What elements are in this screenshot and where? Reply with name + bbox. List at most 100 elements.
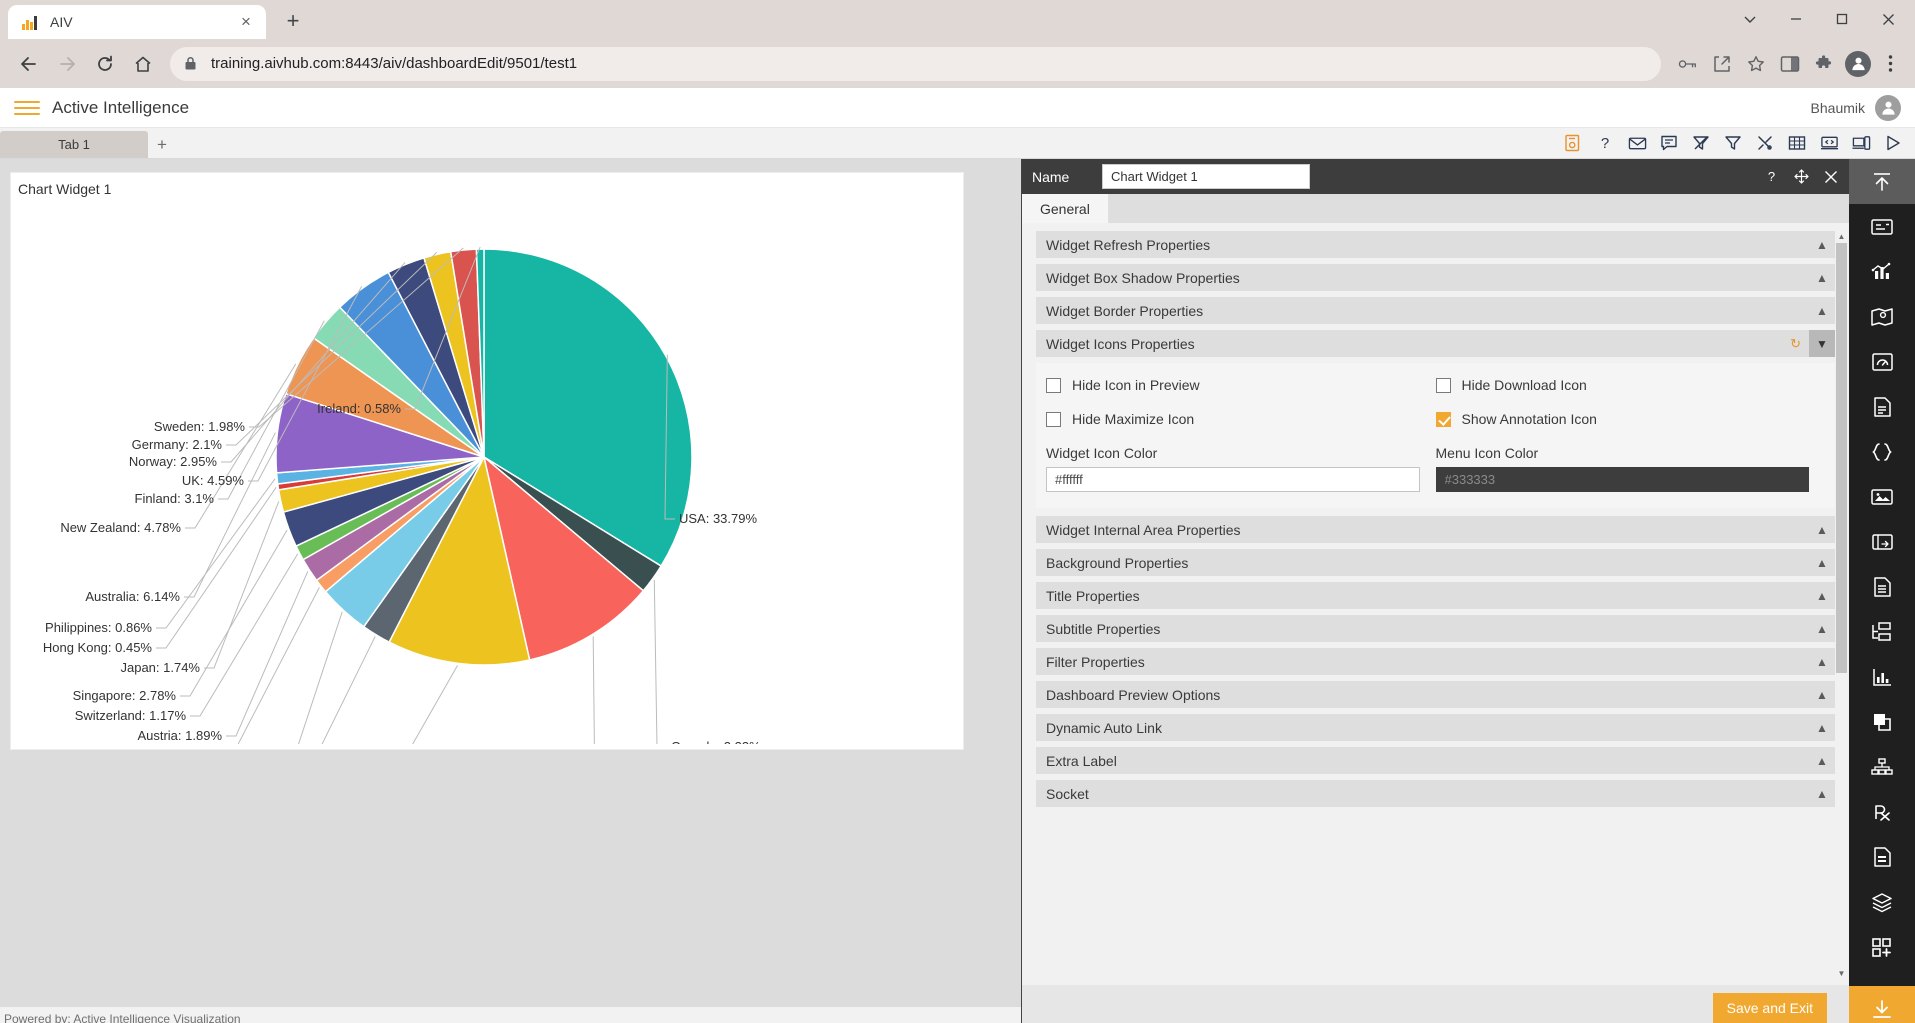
hierarchy-widget-icon[interactable] (1849, 744, 1915, 789)
back-button[interactable] (10, 45, 48, 83)
chevron-up-icon[interactable]: ▲ (1809, 681, 1835, 708)
menu-icon-color-input[interactable] (1435, 467, 1809, 492)
iframe-widget-icon[interactable] (1849, 519, 1915, 564)
code-embed-icon[interactable] (1819, 133, 1839, 153)
document-widget-icon[interactable] (1849, 384, 1915, 429)
section-widget-refresh-properties[interactable]: Widget Refresh Properties ▲ (1036, 231, 1835, 258)
chevron-up-icon[interactable]: ▲ (1809, 714, 1835, 741)
copy-widget-icon[interactable] (1849, 699, 1915, 744)
save-and-exit-button[interactable]: Save and Exit (1712, 993, 1827, 1023)
tab-general[interactable]: General (1022, 194, 1109, 223)
properties-list[interactable]: Widget Refresh Properties ▲ Widget Box S… (1022, 223, 1849, 985)
tools-settings-icon[interactable] (1755, 133, 1775, 153)
section-dashboard-preview-options[interactable]: Dashboard Preview Options ▲ (1036, 681, 1835, 708)
chrome-overflow-chevron-icon[interactable] (1727, 2, 1773, 36)
dashboard-tab-1[interactable]: Tab 1 (0, 131, 148, 158)
section-background-properties[interactable]: Background Properties ▲ (1036, 549, 1835, 576)
chevron-up-icon[interactable]: ▲ (1809, 582, 1835, 609)
home-button[interactable] (124, 45, 162, 83)
browser-profile-icon[interactable] (1845, 50, 1871, 77)
help-question-icon[interactable]: ? (1595, 133, 1615, 153)
properties-scrollbar[interactable]: ▲ ▼ (1836, 231, 1847, 979)
section-widget-border-properties[interactable]: Widget Border Properties ▲ (1036, 297, 1835, 324)
scrollbar-thumb[interactable] (1836, 243, 1847, 673)
widget-name-input[interactable] (1102, 164, 1310, 189)
section-filter-properties[interactable]: Filter Properties ▲ (1036, 648, 1835, 675)
help-icon[interactable]: ? (1763, 169, 1779, 185)
hide-icon-in-preview-row[interactable]: Hide Icon in Preview (1046, 377, 1436, 393)
scrollbar-track[interactable] (1836, 243, 1847, 967)
forward-button[interactable] (48, 45, 86, 83)
extensions-puzzle-icon[interactable] (1809, 49, 1839, 79)
reset-section-icon[interactable]: ↻ (1790, 336, 1801, 352)
bookmark-star-icon[interactable] (1741, 49, 1771, 79)
map-widget-icon[interactable] (1849, 294, 1915, 339)
browser-tab[interactable]: AIV × (8, 5, 266, 39)
new-tab-icon[interactable]: + (278, 6, 308, 36)
scroll-up-arrow-icon[interactable]: ▲ (1836, 231, 1847, 242)
gauge-widget-icon[interactable] (1849, 339, 1915, 384)
show-annotation-icon-row[interactable]: Show Annotation Icon (1435, 411, 1826, 427)
report-widget-icon[interactable] (1849, 564, 1915, 609)
hide-maximize-icon-row[interactable]: Hide Maximize Icon (1046, 411, 1436, 427)
add-widget-icon[interactable] (1849, 924, 1915, 969)
hamburger-menu-icon[interactable] (14, 97, 40, 119)
section-dynamic-auto-link[interactable]: Dynamic Auto Link ▲ (1036, 714, 1835, 741)
window-close-icon[interactable] (1865, 2, 1911, 36)
address-bar[interactable]: training.aivhub.com:8443/aiv/dashboardEd… (170, 46, 1661, 81)
window-minimize-icon[interactable] (1773, 2, 1819, 36)
tree-widget-icon[interactable] (1849, 609, 1915, 654)
chevron-up-icon[interactable]: ▲ (1809, 264, 1835, 291)
chevron-up-icon[interactable]: ▲ (1809, 297, 1835, 324)
hide-icon-in-preview-checkbox[interactable] (1046, 377, 1061, 393)
pie-chart[interactable]: USA: 33.79%Canada: 2.33%France: 10.37%Sp… (11, 199, 965, 744)
hide-maximize-icon-checkbox[interactable] (1046, 411, 1061, 427)
clear-filter-icon[interactable] (1691, 133, 1711, 153)
section-widget-internal-area-properties[interactable]: Widget Internal Area Properties ▲ (1036, 516, 1835, 543)
sparkline-widget-icon[interactable] (1849, 654, 1915, 699)
mail-envelope-icon[interactable] (1627, 133, 1647, 153)
chevron-up-icon[interactable]: ▲ (1809, 516, 1835, 543)
widget-icon-color-input[interactable] (1046, 467, 1420, 492)
download-action-icon[interactable] (1849, 986, 1915, 1023)
close-panel-icon[interactable] (1823, 169, 1839, 185)
chart-widget-1[interactable]: Chart Widget 1 USA: 33.79% Canada: 2.33% F… (10, 172, 964, 750)
hide-download-icon-row[interactable]: Hide Download Icon (1435, 377, 1826, 393)
save-report-icon[interactable] (1563, 133, 1583, 153)
play-preview-icon[interactable] (1883, 133, 1903, 153)
reading-list-icon[interactable] (1775, 49, 1805, 79)
devices-responsive-icon[interactable] (1851, 133, 1871, 153)
move-drag-icon[interactable] (1793, 169, 1809, 185)
chevron-up-icon[interactable]: ▲ (1809, 747, 1835, 774)
section-socket[interactable]: Socket ▲ (1036, 780, 1835, 807)
collapse-up-icon[interactable] (1849, 159, 1915, 204)
dashboard-canvas[interactable]: Chart Widget 1 USA: 33.79% Canada: 2.33% F… (0, 159, 1021, 1023)
chevron-up-icon[interactable]: ▲ (1809, 615, 1835, 642)
avatar[interactable] (1875, 94, 1901, 121)
section-title-properties[interactable]: Title Properties ▲ (1036, 582, 1835, 609)
chevron-up-icon[interactable]: ▲ (1809, 231, 1835, 258)
reload-button[interactable] (86, 45, 124, 83)
chevron-up-icon[interactable]: ▲ (1809, 780, 1835, 807)
comment-bubble-icon[interactable] (1659, 133, 1679, 153)
section-subtitle-properties[interactable]: Subtitle Properties ▲ (1036, 615, 1835, 642)
show-annotation-icon-checkbox[interactable] (1435, 411, 1451, 427)
scroll-down-arrow-icon[interactable]: ▼ (1836, 968, 1847, 979)
code-braces-icon[interactable] (1849, 429, 1915, 474)
chrome-menu-icon[interactable] (1875, 49, 1905, 79)
layers-widget-icon[interactable] (1849, 879, 1915, 924)
hide-download-icon-checkbox[interactable] (1435, 377, 1451, 393)
image-widget-icon[interactable] (1849, 474, 1915, 519)
chart-widget-icon[interactable] (1849, 249, 1915, 294)
password-key-icon[interactable] (1673, 49, 1703, 79)
chevron-up-icon[interactable]: ▲ (1809, 648, 1835, 675)
table-grid-icon[interactable] (1787, 133, 1807, 153)
chevron-down-icon[interactable]: ▼ (1809, 330, 1835, 357)
add-dashboard-tab-icon[interactable]: + (148, 131, 176, 158)
window-maximize-icon[interactable] (1819, 2, 1865, 36)
close-tab-icon[interactable]: × (236, 12, 256, 32)
section-extra-label[interactable]: Extra Label ▲ (1036, 747, 1835, 774)
section-widget-icons-properties[interactable]: Widget Icons Properties ↻ ▼ (1036, 330, 1835, 357)
label-widget-icon[interactable] (1849, 204, 1915, 249)
form-widget-icon[interactable] (1849, 834, 1915, 879)
